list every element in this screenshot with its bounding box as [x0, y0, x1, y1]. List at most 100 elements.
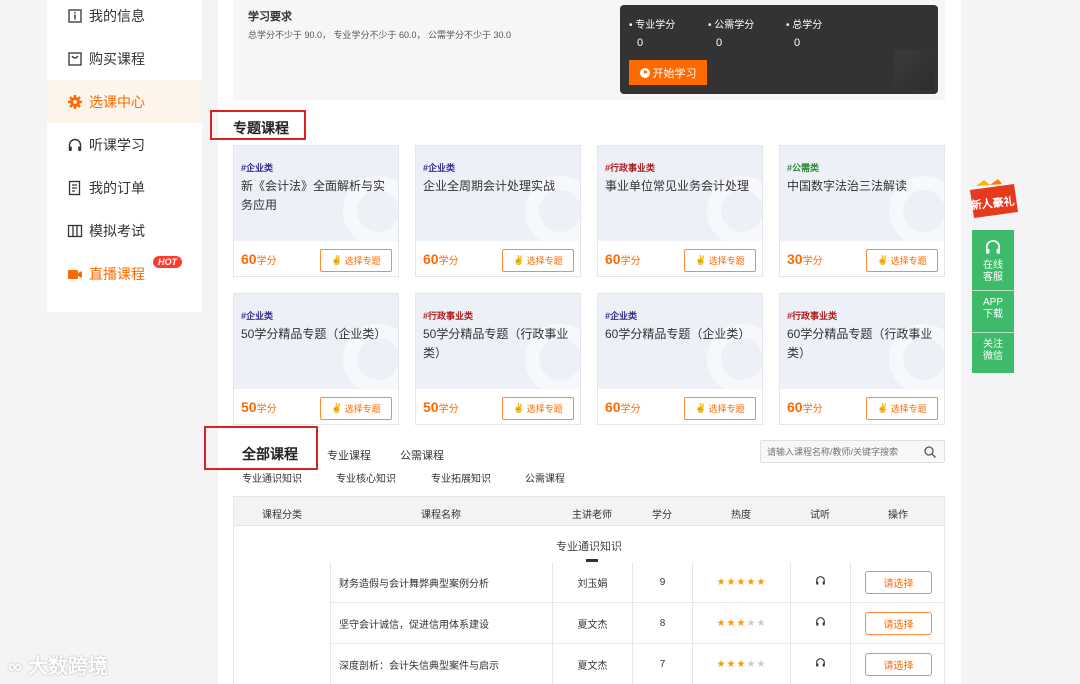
table-cell: 8: [632, 603, 692, 644]
sidebar-item-course-center[interactable]: 选课中心: [47, 80, 202, 123]
choose-button[interactable]: 请选择: [865, 652, 932, 676]
select-topic-button[interactable]: ✌ 选择专题: [684, 397, 756, 420]
special-course-card[interactable]: #企业类 企业全周期会计处理实战 60学分 ✌ 选择专题: [415, 145, 581, 277]
card-credits: 50学分: [423, 399, 459, 415]
table-cell: 坚守会计诚信，促进信用体系建设: [330, 603, 552, 644]
teacher-name: 夏文杰: [577, 619, 608, 631]
special-course-card[interactable]: #行政事业类 事业单位常见业务会计处理 60学分 ✌ 选择专题: [597, 145, 763, 277]
select-topic-button[interactable]: ✌ 选择专题: [320, 397, 392, 420]
special-course-card[interactable]: #公需类 中国数字法治三法解读 30学分 ✌ 选择专题: [779, 145, 945, 277]
sidebar-item-buy-course[interactable]: 购买课程: [47, 37, 202, 80]
select-topic-button[interactable]: ✌ 选择专题: [866, 249, 938, 272]
stat-label: • 专业学分: [629, 20, 676, 31]
select-topic-button[interactable]: ✌ 选择专题: [320, 249, 392, 272]
cart-icon: [67, 51, 83, 67]
table-row: 深度剖析：会计失信典型案件与启示 夏文杰 7 ★★★★★ 请选择: [233, 644, 945, 684]
card-category: #行政事业类: [605, 163, 656, 173]
start-learning-button[interactable]: 开始学习: [629, 60, 707, 85]
course-name[interactable]: 坚守会计诚信，促进信用体系建设: [331, 616, 489, 631]
credits-unit: 学分: [438, 404, 459, 415]
special-course-card[interactable]: #企业类 50学分精品专题（企业类） 50学分 ✌ 选择专题: [233, 293, 399, 425]
subtab-extended[interactable]: 专业拓展知识: [431, 470, 491, 485]
card-title: 60学分精品专题（行政事业类）: [787, 327, 933, 360]
credits-value: 60: [423, 251, 439, 267]
sidebar-item-listen[interactable]: 听课学习: [47, 123, 202, 166]
card-credits: 60学分: [787, 399, 823, 415]
follow-wechat-button[interactable]: 关注微信: [972, 339, 1014, 363]
card-credits: 60学分: [423, 251, 459, 267]
sidebar-item-label: 直播课程: [89, 265, 145, 282]
card-category: #公需类: [787, 163, 820, 173]
stat-value: 0: [794, 37, 801, 49]
card-credits: 60学分: [241, 251, 277, 267]
stat-label: • 公需学分: [708, 20, 755, 31]
table-cell: 9: [632, 562, 692, 603]
sidebar-item-live-course[interactable]: 直播课程 HOT: [47, 252, 202, 295]
table-cell: [790, 562, 850, 603]
table-cell: 深度剖析：会计失信典型案件与启示: [330, 644, 552, 684]
course-name[interactable]: 深度剖析：会计失信典型案件与启示: [331, 657, 499, 672]
subtab-core[interactable]: 专业核心知识: [336, 470, 396, 485]
table-cell: 请选择: [850, 603, 946, 644]
card-category: #企业类: [423, 163, 456, 173]
special-course-card[interactable]: #企业类 60学分精品专题（企业类） 60学分 ✌ 选择专题: [597, 293, 763, 425]
sidebar-item-mock-exam[interactable]: 模拟考试: [47, 209, 202, 252]
choose-button[interactable]: 请选择: [865, 611, 932, 635]
sidebar: 我的信息 购买课程 选课中心 听课学习 我的订单 模拟考试 直播课程 HOT: [47, 0, 202, 312]
sidebar-item-my-orders[interactable]: 我的订单: [47, 166, 202, 209]
sidebar-item-my-info[interactable]: 我的信息: [47, 0, 202, 37]
select-topic-button[interactable]: ✌ 选择专题: [684, 249, 756, 272]
subtab-public[interactable]: 公需课程: [525, 470, 565, 485]
select-topic-label: 选择专题: [708, 404, 745, 414]
card-title: 新《会计法》全面解析与实务应用: [241, 179, 386, 212]
search-icon[interactable]: [924, 446, 936, 458]
course-credits: 9: [659, 576, 666, 588]
course-name[interactable]: 财务造假与会计舞弊典型案例分析: [331, 575, 489, 590]
cubes-decoration: [894, 50, 934, 90]
online-service-button[interactable]: 在线客服: [972, 238, 1014, 284]
select-topic-label: 选择专题: [344, 404, 381, 414]
stat-value: 0: [716, 37, 723, 49]
stat-value: 0: [637, 37, 644, 49]
table-cell: 请选择: [850, 562, 946, 603]
special-course-card[interactable]: #企业类 新《会计法》全面解析与实务应用 60学分 ✌ 选择专题: [233, 145, 399, 277]
credit-summary-panel: • 专业学分 0 • 公需学分 0 • 总学分 0 开始学习: [620, 5, 938, 94]
tab-professional[interactable]: 专业课程: [327, 447, 371, 463]
special-course-card[interactable]: #行政事业类 50学分精品专题（行政事业类） 50学分 ✌ 选择专题: [415, 293, 581, 425]
headphones-icon[interactable]: [791, 657, 850, 671]
card-category: #企业类: [605, 311, 638, 321]
sidebar-item-label: 听课学习: [89, 136, 145, 153]
app-download-button[interactable]: APP下载: [972, 297, 1014, 321]
main-content: 学习要求 总学分不少于 90.0， 专业学分不少于 60.0， 公需学分不少于 …: [204, 0, 961, 684]
search-input[interactable]: [767, 444, 917, 460]
credits-value: 50: [241, 399, 257, 415]
table-cell: 夏文杰: [552, 644, 632, 684]
sidebar-item-label: 模拟考试: [89, 222, 145, 239]
select-topic-label: 选择专题: [344, 256, 381, 266]
study-requirements: 学习要求 总学分不少于 90.0， 专业学分不少于 60.0， 公需学分不少于 …: [233, 0, 945, 100]
gear-icon: [67, 94, 83, 110]
table-cell: 刘玉娟: [552, 562, 632, 603]
choose-button[interactable]: 请选择: [865, 570, 932, 594]
special-course-card[interactable]: #行政事业类 60学分精品专题（行政事业类） 60学分 ✌ 选择专题: [779, 293, 945, 425]
gift-icon[interactable]: 新人豪礼: [962, 176, 1024, 220]
credits-value: 60: [241, 251, 257, 267]
table-cell: 请选择: [850, 644, 946, 684]
stat-total: • 总学分 0: [786, 16, 822, 49]
headphones-icon[interactable]: [791, 616, 850, 630]
subtab-general[interactable]: 专业通识知识: [242, 470, 302, 485]
tab-public[interactable]: 公需课程: [400, 447, 444, 463]
select-topic-button[interactable]: ✌ 选择专题: [502, 249, 574, 272]
select-topic-button[interactable]: ✌ 选择专题: [866, 397, 938, 420]
table-cell: 7: [632, 644, 692, 684]
tab-all-courses[interactable]: 全部课程: [242, 444, 298, 464]
select-topic-button[interactable]: ✌ 选择专题: [502, 397, 574, 420]
headphones-icon[interactable]: [791, 575, 850, 589]
table-cell: ★★★★★: [692, 562, 790, 603]
card-category: #企业类: [241, 311, 274, 321]
video-icon: [67, 266, 83, 282]
course-search: [760, 440, 945, 463]
credits-unit: 学分: [802, 256, 823, 267]
table-cell: ★★★★★: [692, 603, 790, 644]
hand-icon: ✌: [695, 403, 707, 413]
